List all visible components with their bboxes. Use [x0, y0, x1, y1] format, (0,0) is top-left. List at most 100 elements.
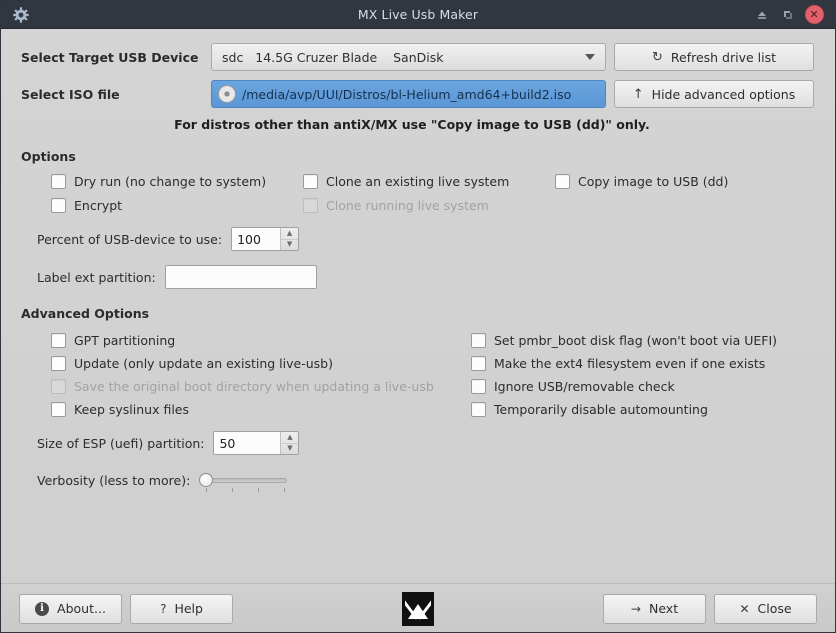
checkbox-update-existing-live-usb[interactable]: Update (only update an existing live-usb…: [51, 356, 471, 371]
checkbox-keep-syslinux-files[interactable]: Keep syslinux files: [51, 402, 471, 417]
spin-up-icon[interactable]: ▲: [281, 228, 299, 240]
checkbox-box: [51, 198, 66, 213]
spin-down-icon[interactable]: ▼: [281, 240, 298, 251]
window-controls: ✕: [749, 2, 835, 28]
slider-ticks: [206, 488, 286, 493]
checkbox-dry-run[interactable]: Dry run (no change to system): [51, 174, 303, 189]
checkbox-box: [51, 356, 66, 371]
label-ext-partition-input[interactable]: [164, 265, 317, 289]
percent-spinner-buttons[interactable]: ▲ ▼: [280, 228, 299, 251]
tick: [206, 488, 208, 492]
verbosity-slider[interactable]: [199, 469, 288, 493]
esp-size-value[interactable]: 50: [214, 432, 281, 454]
checkbox-label: Clone an existing live system: [326, 174, 510, 189]
window-content: Select Target USB Device sdc 14.5G Cruze…: [1, 29, 835, 632]
checkbox-box: [303, 174, 318, 189]
checkbox-label: Keep syslinux files: [74, 402, 189, 417]
checkbox-box: [51, 174, 66, 189]
checkbox-encrypt[interactable]: Encrypt: [51, 198, 303, 213]
checkbox-label: Make the ext4 filesystem even if one exi…: [494, 356, 766, 371]
target-device-value: sdc 14.5G Cruzer Blade SanDisk: [222, 49, 444, 65]
close-label: Close: [757, 601, 792, 616]
hide-advanced-options-label: Hide advanced options: [651, 86, 796, 102]
checkbox-ignore-usb-removable-check[interactable]: Ignore USB/removable check: [471, 379, 815, 394]
arrow-right-icon: →: [630, 601, 641, 616]
checkbox-box: [471, 379, 486, 394]
spin-up-icon[interactable]: ▲: [281, 432, 299, 444]
about-label: About...: [57, 601, 106, 616]
checkbox-label: Encrypt: [74, 198, 123, 213]
options-checkbox-grid: Dry run (no change to system) Clone an e…: [21, 174, 815, 213]
arrow-up-icon: ↑: [632, 86, 644, 102]
checkbox-label: Clone running live system: [326, 198, 489, 213]
esp-size-row: Size of ESP (uefi) partition: 50 ▲ ▼: [21, 431, 815, 455]
checkbox-set-pmbr-boot-disk-flag[interactable]: Set pmbr_boot disk flag (won't boot via …: [471, 333, 815, 348]
iso-file-label: Select ISO file: [21, 86, 120, 102]
info-icon: i: [35, 601, 50, 616]
shade-window-button[interactable]: [749, 2, 775, 28]
about-button[interactable]: i About...: [19, 593, 122, 624]
label-ext-partition-row: Label ext partition:: [21, 265, 815, 289]
checkbox-gpt-partitioning[interactable]: GPT partitioning: [51, 333, 471, 348]
tick: [284, 488, 286, 492]
distro-notice: For distros other than antiX/MX use "Cop…: [174, 117, 650, 132]
esp-size-spinbox[interactable]: 50 ▲ ▼: [213, 431, 300, 455]
iso-file-value: /media/avp/UUI/Distros/bl-Helium_amd64+b…: [242, 86, 572, 102]
refresh-drive-list-label: Refresh drive list: [670, 49, 777, 65]
checkbox-box: [555, 174, 570, 189]
iso-file-button[interactable]: /media/avp/UUI/Distros/bl-Helium_amd64+b…: [211, 80, 606, 108]
label-ext-partition-label: Label ext partition:: [37, 269, 156, 285]
slider-track: [206, 478, 288, 483]
verbosity-label: Verbosity (less to more):: [37, 472, 191, 488]
checkbox-box: [471, 333, 486, 348]
close-icon: ✕: [804, 5, 824, 24]
form-area: Select Target USB Device sdc 14.5G Cruze…: [1, 29, 835, 493]
gear-icon: [7, 1, 35, 29]
checkbox-copy-image-to-usb-dd[interactable]: Copy image to USB (dd): [555, 174, 815, 189]
help-label: Help: [174, 601, 203, 616]
target-device-row: Select Target USB Device sdc 14.5G Cruze…: [21, 43, 815, 71]
close-window-button[interactable]: ✕: [801, 2, 827, 28]
hide-advanced-options-button[interactable]: ↑ Hide advanced options: [614, 80, 814, 108]
help-button[interactable]: ? Help: [130, 593, 233, 624]
checkbox-save-original-boot-directory: Save the original boot directory when up…: [51, 379, 471, 394]
target-device-select[interactable]: sdc 14.5G Cruzer Blade SanDisk: [211, 43, 606, 71]
footer-bar: i About... ? Help → Next ✕ Close: [1, 583, 835, 632]
window-title: MX Live Usb Maker: [357, 7, 479, 22]
checkbox-box: [51, 333, 66, 348]
checkbox-label: Ignore USB/removable check: [494, 379, 675, 394]
slider-handle[interactable]: [199, 473, 214, 487]
mx-linux-logo: [402, 591, 434, 626]
checkbox-label: Set pmbr_boot disk flag (won't boot via …: [494, 333, 778, 348]
esp-spinner-buttons[interactable]: ▲ ▼: [280, 432, 299, 455]
percent-value[interactable]: 100: [232, 228, 281, 250]
close-button[interactable]: ✕ Close: [714, 593, 817, 624]
percent-spinbox[interactable]: 100 ▲ ▼: [231, 227, 300, 251]
options-heading: Options: [21, 149, 76, 164]
checkbox-box: [471, 402, 486, 417]
next-label: Next: [648, 601, 679, 616]
checkbox-make-ext4-filesystem[interactable]: Make the ext4 filesystem even if one exi…: [471, 356, 815, 371]
checkbox-label: Temporarily disable automounting: [494, 402, 708, 417]
close-x-icon: ✕: [739, 601, 750, 616]
checkbox-label: Update (only update an existing live-usb…: [74, 356, 333, 371]
mx-live-usb-maker-window: MX Live Usb Maker ✕ Select Target USB De…: [0, 0, 836, 633]
next-button[interactable]: → Next: [603, 593, 706, 624]
checkbox-box: [471, 356, 486, 371]
percent-label: Percent of USB-device to use:: [37, 231, 223, 247]
advanced-options-heading: Advanced Options: [21, 306, 150, 321]
maximize-window-button[interactable]: [775, 2, 801, 28]
checkbox-temporarily-disable-automounting[interactable]: Temporarily disable automounting: [471, 402, 815, 417]
tick: [258, 488, 260, 492]
advanced-checkbox-grid: GPT partitioning Set pmbr_boot disk flag…: [21, 333, 815, 417]
iso-file-row: Select ISO file /media/avp/UUI/Distros/b…: [21, 80, 815, 108]
disc-icon: [218, 85, 236, 103]
checkbox-clone-existing-live-system[interactable]: Clone an existing live system: [303, 174, 555, 189]
checkbox-label: Save the original boot directory when up…: [74, 379, 434, 394]
checkbox-box: [303, 198, 318, 213]
spin-down-icon[interactable]: ▼: [281, 444, 298, 455]
checkbox-label: GPT partitioning: [74, 333, 176, 348]
checkbox-label: Dry run (no change to system): [74, 174, 267, 189]
refresh-drive-list-button[interactable]: ↻ Refresh drive list: [614, 43, 814, 71]
tick: [232, 488, 234, 492]
